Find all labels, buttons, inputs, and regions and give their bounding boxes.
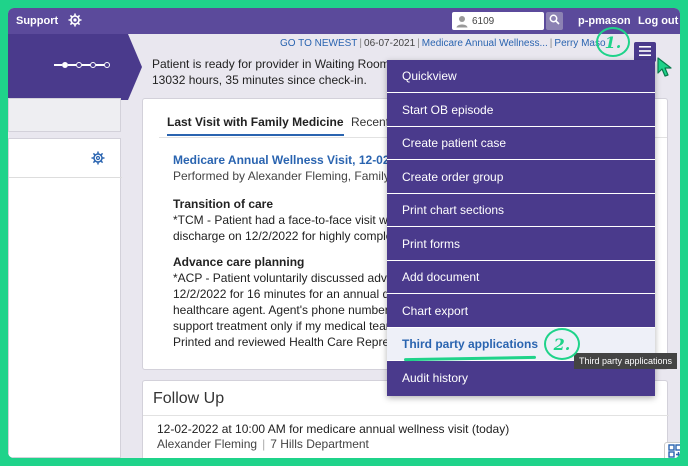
grid-add-button[interactable] xyxy=(664,442,680,458)
text-line: 12/2/2022 for 16 minutes for an annual d… xyxy=(173,287,398,301)
workflow-band xyxy=(8,34,142,100)
follow-up-department: 7 Hills Department xyxy=(270,437,369,451)
support-link[interactable]: Support xyxy=(16,15,58,27)
hamburger-icon xyxy=(639,43,651,61)
visit-date: 06-07-2021 xyxy=(364,38,416,49)
transition-body: *TCM - Patient had a face-to-face visit … xyxy=(173,212,400,244)
patient-search-input[interactable] xyxy=(469,15,539,27)
text-line: support treatment only if my medical tea… xyxy=(173,319,396,333)
menu-item-print-forms[interactable]: Print forms xyxy=(387,228,655,261)
settings-icon[interactable] xyxy=(91,151,105,165)
user-icon xyxy=(455,14,469,28)
logout-link[interactable]: Log out xyxy=(638,15,678,27)
menu-item-chart-export[interactable]: Chart export xyxy=(387,295,655,328)
actions-menu: Quickview Start OB episode Create patien… xyxy=(387,60,655,396)
left-panel xyxy=(8,138,122,458)
username[interactable]: p-pmason xyxy=(578,15,631,27)
search-button[interactable] xyxy=(546,12,563,30)
app-window: Support p-pmason Log out xyxy=(8,8,680,458)
patient-search-field[interactable] xyxy=(452,12,544,30)
step-connector xyxy=(96,64,104,66)
visit-link[interactable]: Medicare Annual Wellness... xyxy=(422,38,548,49)
menu-item-print-chart-sections[interactable]: Print chart sections xyxy=(387,194,655,227)
cursor-icon xyxy=(656,56,676,78)
step-connector xyxy=(54,64,62,66)
menu-item-add-document[interactable]: Add document xyxy=(387,261,655,294)
text-line: *TCM - Patient had a face-to-face visit … xyxy=(173,213,401,227)
visit-title-link[interactable]: Medicare Annual Wellness Visit, 12-02-2.… xyxy=(173,153,410,167)
annotation-step-1: 1. xyxy=(596,27,630,57)
tooltip: Third party applications xyxy=(574,353,678,369)
follow-up-appointment: 12-02-2022 at 10:00 AM for medicare annu… xyxy=(157,422,510,436)
tab-last-visit[interactable]: Last Visit with Family Medicine xyxy=(167,115,344,136)
step-connector xyxy=(82,64,90,66)
step-connector xyxy=(68,64,76,66)
advance-care-title: Advance care planning xyxy=(173,255,305,269)
hamburger-menu-button[interactable] xyxy=(634,42,656,62)
follow-up-title: Follow Up xyxy=(153,390,225,407)
menu-item-create-order-group[interactable]: Create order group xyxy=(387,161,655,194)
breadcrumb: GO TO NEWEST | 06-07-2021 | Medicare Annual … xyxy=(280,38,606,49)
tab-recent[interactable]: Recent xyxy=(351,115,389,129)
follow-up-details: Alexander Fleming | 7 Hills Department xyxy=(157,437,369,451)
top-bar: Support p-pmason Log out xyxy=(8,8,680,34)
step-dot xyxy=(104,62,110,68)
workflow-steps[interactable] xyxy=(54,62,110,68)
left-panel-header xyxy=(8,98,121,132)
follow-up-provider: Alexander Fleming xyxy=(157,437,258,451)
grid-add-icon xyxy=(668,443,680,459)
text-line: discharge on 12/2/2022 for highly comple… xyxy=(173,229,399,243)
text-line: *ACP - Patient voluntarily discussed adv… xyxy=(173,271,401,285)
text-line: healthcare agent. Agent's phone number i… xyxy=(173,303,401,317)
transition-title: Transition of care xyxy=(173,197,274,211)
menu-item-start-ob-episode[interactable]: Start OB episode xyxy=(387,94,655,127)
menu-item-create-patient-case[interactable]: Create patient case xyxy=(387,127,655,160)
gear-icon[interactable] xyxy=(68,13,82,27)
divider xyxy=(143,415,669,416)
divider xyxy=(9,177,122,178)
advance-care-body: *ACP - Patient voluntarily discussed adv… xyxy=(173,270,402,350)
visit-performed-by: Performed by Alexander Fleming, Family M xyxy=(173,169,404,183)
search-icon xyxy=(549,14,560,28)
annotation-step-2: 2. xyxy=(544,328,580,360)
text-line: Printed and reviewed Health Care Represe xyxy=(173,335,402,349)
go-to-newest-link[interactable]: GO TO NEWEST xyxy=(280,38,357,49)
menu-item-quickview[interactable]: Quickview xyxy=(387,60,655,93)
